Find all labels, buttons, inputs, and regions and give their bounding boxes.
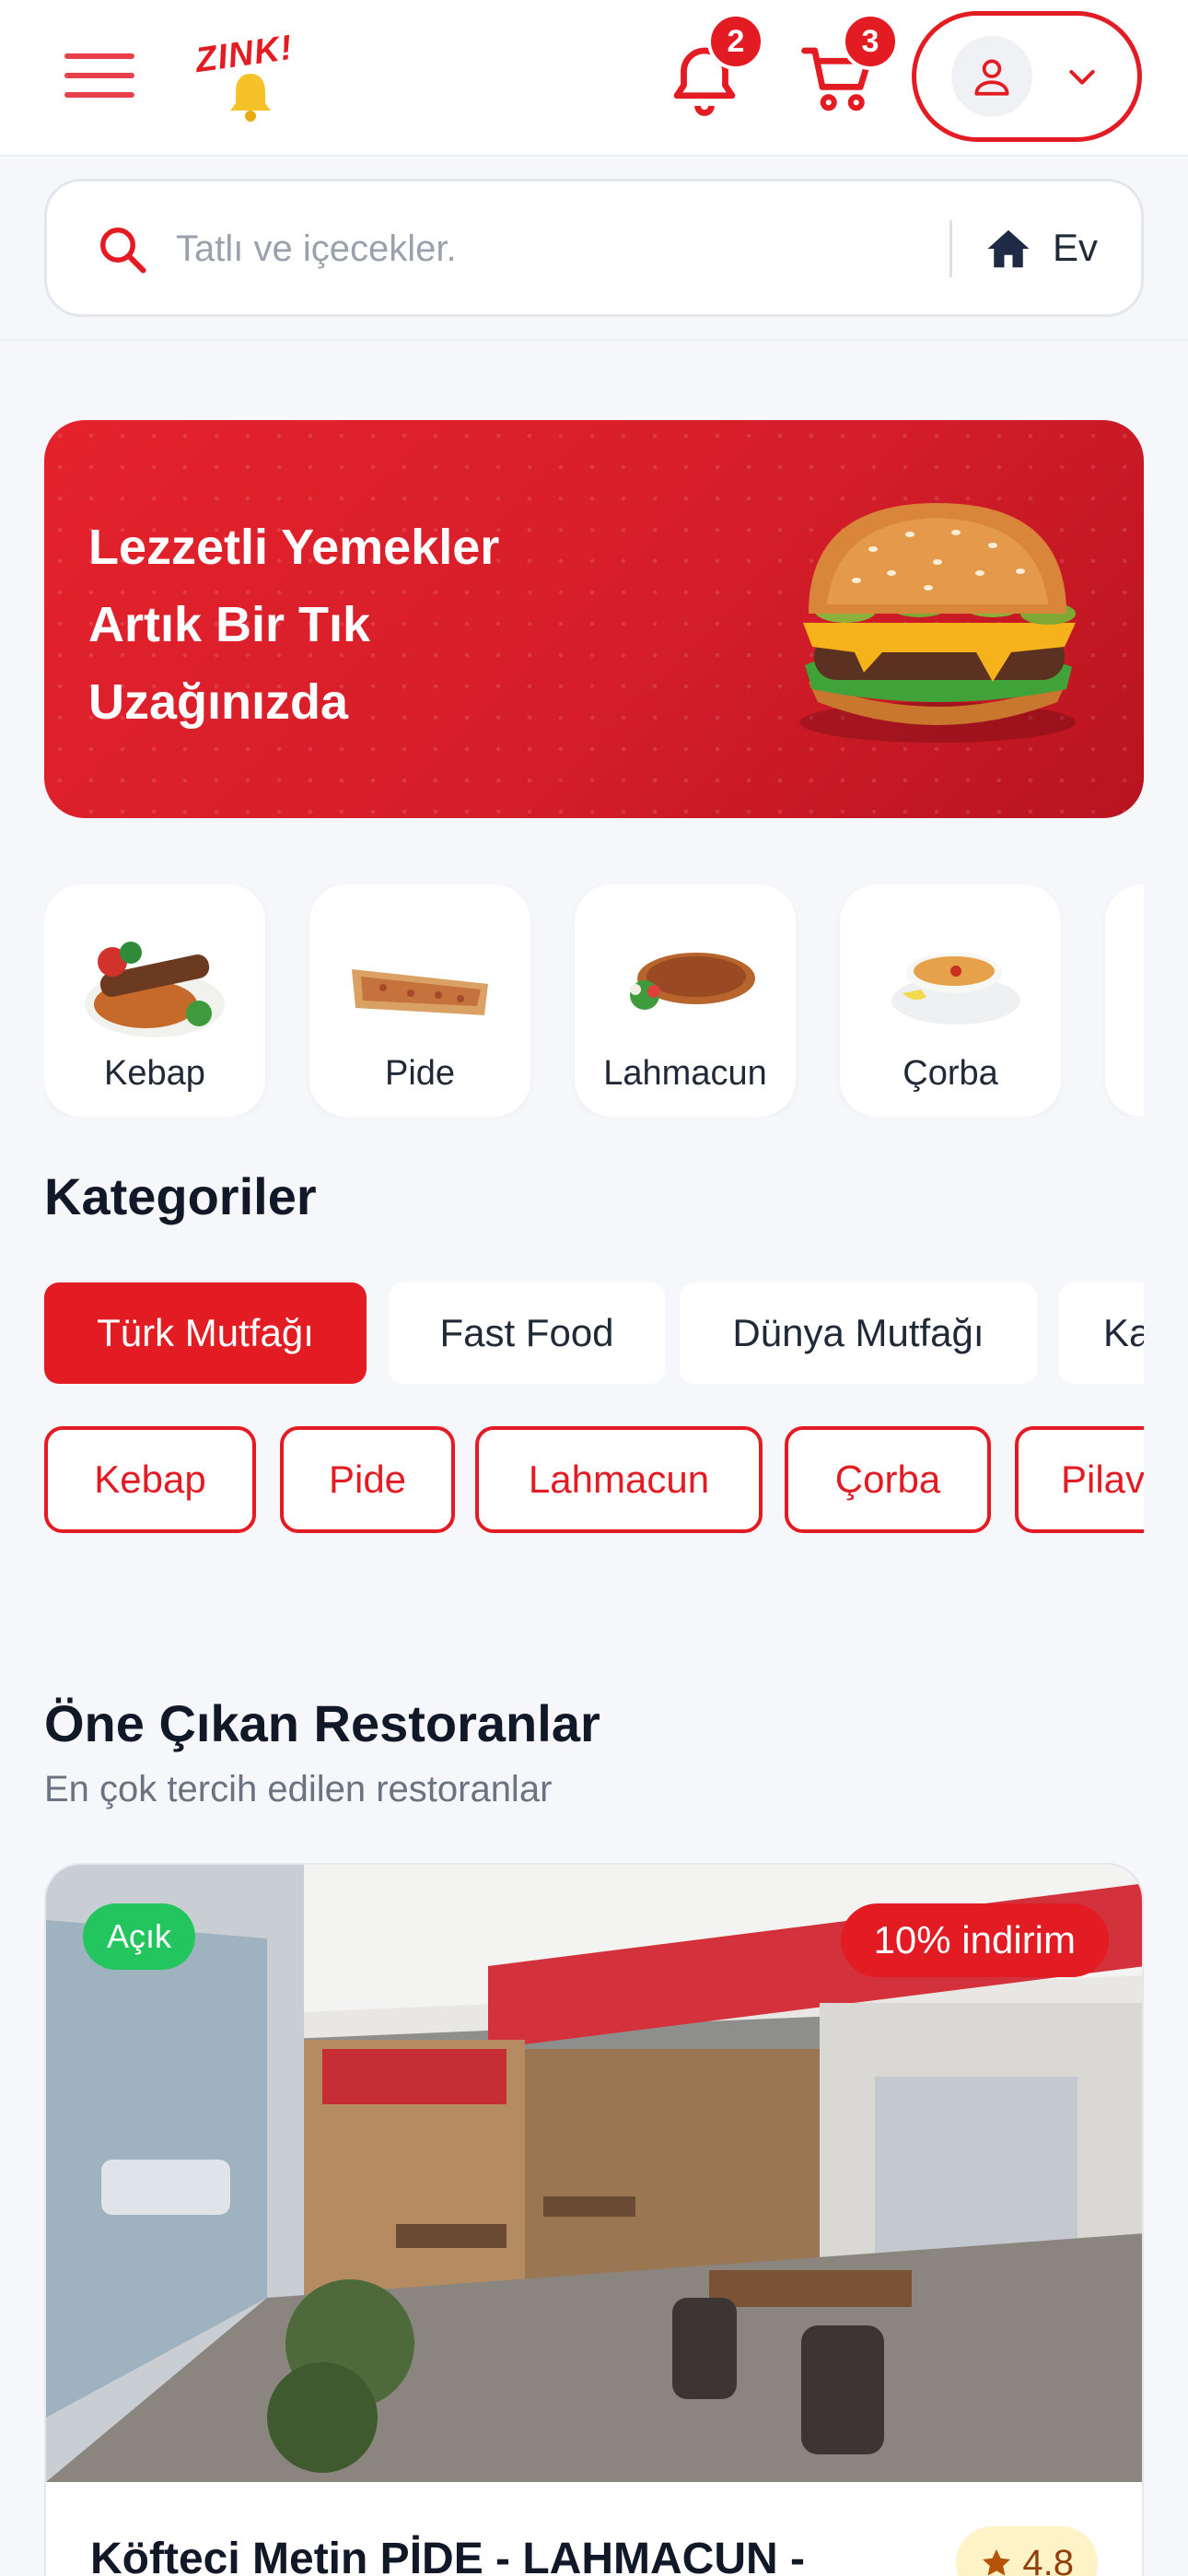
discount-badge: 10% indirim bbox=[840, 1903, 1109, 1977]
tab-turk-mutfagi[interactable]: Türk Mutfağı bbox=[44, 1282, 367, 1384]
search-divider bbox=[949, 220, 952, 277]
quick-category-corba[interactable]: Çorba bbox=[840, 884, 1061, 1117]
quick-category-row: Kebap Pide Lahmacun Çorba bbox=[44, 884, 1144, 1117]
quick-category-label: Çorba bbox=[903, 1054, 998, 1093]
kebap-image bbox=[85, 942, 225, 1037]
chip-corba[interactable]: Çorba bbox=[785, 1426, 991, 1533]
chip-lahmacun[interactable]: Lahmacun bbox=[475, 1426, 763, 1533]
cart-button[interactable]: 3 bbox=[798, 13, 899, 120]
burger-image bbox=[799, 503, 1076, 743]
quick-category-lahmacun[interactable]: Lahmacun bbox=[575, 884, 796, 1117]
pide-image bbox=[352, 969, 488, 1015]
hero-banner[interactable]: Lezzetli Yemekler Artık Bir Tık Uzağınız… bbox=[44, 420, 1144, 818]
search-bar: Ev bbox=[44, 179, 1144, 317]
subcategory-chips: Kebap Pide Lahmacun Çorba Pilav bbox=[44, 1426, 1144, 1533]
restaurant-name[interactable]: Köfteci Metin PİDE - LAHMACUN - bbox=[90, 2534, 805, 2576]
notifications-button[interactable]: 2 bbox=[663, 13, 764, 120]
soup-image bbox=[891, 953, 1020, 1025]
home-icon[interactable] bbox=[983, 224, 1034, 274]
search-icon bbox=[100, 228, 146, 274]
tab-dunya-mutfagi[interactable]: Dünya Mutfağı bbox=[680, 1282, 1037, 1384]
menu-icon[interactable] bbox=[64, 53, 134, 98]
category-tabs: Türk Mutfağı Fast Food Dünya Mutfağı Ka bbox=[44, 1282, 1144, 1384]
lahmacun-image bbox=[630, 953, 755, 1010]
notifications-badge: 2 bbox=[707, 13, 764, 70]
top-bar: ZINK! 2 3 bbox=[0, 0, 1188, 157]
rating-badge: 4.8 bbox=[956, 2526, 1098, 2576]
quick-category-card[interactable] bbox=[1105, 884, 1144, 1117]
rating-value: 4.8 bbox=[1022, 2542, 1074, 2576]
app-logo[interactable]: ZINK! bbox=[193, 28, 306, 122]
status-badge: Açık bbox=[83, 1903, 196, 1970]
section-subtitle-featured: En çok tercih edilen restoranlar bbox=[44, 1769, 553, 1809]
hero-title: Lezzetli Yemekler Artık Bir Tık Uzağınız… bbox=[88, 520, 500, 730]
user-menu-button[interactable] bbox=[912, 11, 1142, 142]
address-selector[interactable]: Ev bbox=[1053, 226, 1098, 270]
restaurant-card[interactable]: Açık 10% indirim Köfteci Metin PİDE - LA… bbox=[44, 1863, 1144, 2576]
chip-pilav[interactable]: Pilav bbox=[1015, 1426, 1144, 1533]
section-title-categories: Kategoriler bbox=[44, 1167, 317, 1225]
avatar bbox=[951, 36, 1032, 117]
tab-fast-food[interactable]: Fast Food bbox=[389, 1282, 665, 1384]
user-icon bbox=[974, 59, 1009, 96]
chevron-down-icon bbox=[1069, 70, 1095, 85]
quick-category-kebap[interactable]: Kebap bbox=[44, 884, 265, 1117]
chip-pide[interactable]: Pide bbox=[280, 1426, 455, 1533]
cart-badge: 3 bbox=[842, 13, 899, 70]
search-input[interactable] bbox=[176, 217, 949, 281]
quick-category-pide[interactable]: Pide bbox=[309, 884, 530, 1117]
quick-category-label: Kebap bbox=[104, 1054, 205, 1093]
header-divider bbox=[0, 339, 1188, 341]
chip-kebap[interactable]: Kebap bbox=[44, 1426, 256, 1533]
quick-category-label: Lahmacun bbox=[603, 1054, 767, 1093]
star-icon bbox=[983, 2549, 1011, 2576]
quick-category-label: Pide bbox=[384, 1054, 456, 1093]
section-title-featured: Öne Çıkan Restoranlar bbox=[44, 1694, 600, 1752]
tab-more[interactable]: Ka bbox=[1059, 1282, 1144, 1384]
logo-bell-icon bbox=[230, 74, 271, 122]
